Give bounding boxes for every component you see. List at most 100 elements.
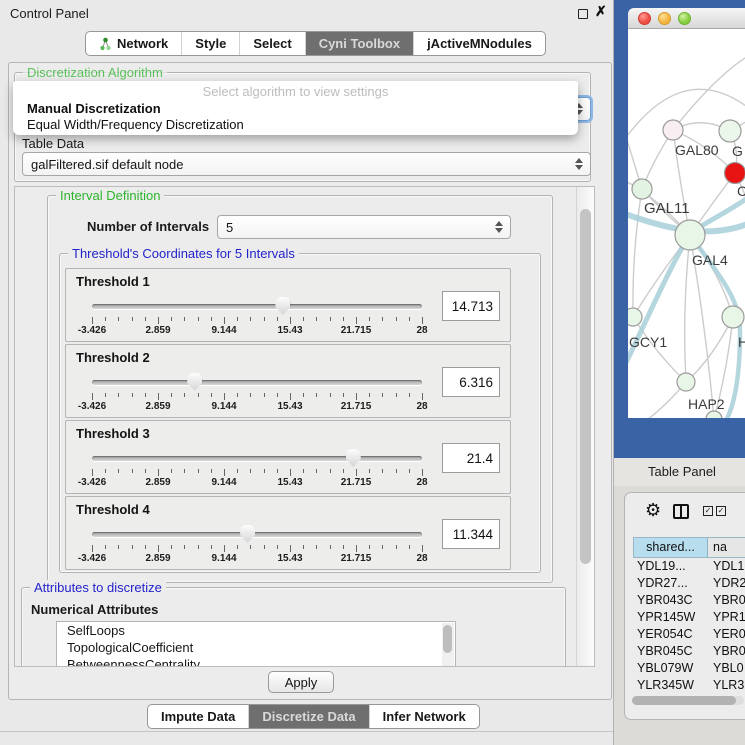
network-node-gal11[interactable]: [632, 179, 652, 199]
network-node-g[interactable]: [719, 120, 741, 142]
table-cell-shared-name[interactable]: YBR043C: [633, 592, 707, 609]
threshold-slider[interactable]: [92, 449, 422, 469]
slider-thumb[interactable]: [275, 297, 290, 315]
table-row[interactable]: YBR045CYBR0: [633, 643, 745, 660]
minimize-traffic-light[interactable]: [658, 12, 671, 25]
network-canvas[interactable]: GAL80 G C GAL11 GAL4 GCY1 H HAP2: [628, 29, 745, 418]
table-horizontal-scrollbar[interactable]: [632, 696, 744, 705]
close-traffic-light[interactable]: [638, 12, 651, 25]
table-row[interactable]: YDR27...YDR2: [633, 575, 745, 592]
attribute-item[interactable]: TopologicalCoefficient: [57, 639, 455, 656]
table-cell-name[interactable]: YPR1: [707, 609, 745, 626]
threshold-slider[interactable]: [92, 373, 422, 393]
slider-track[interactable]: [92, 380, 422, 385]
settings-scrollbar-thumb[interactable]: [580, 209, 591, 564]
slider-tick: [184, 393, 185, 397]
network-node-h[interactable]: [722, 306, 744, 328]
tab-cyni-toolbox[interactable]: Cyni Toolbox: [305, 32, 413, 55]
split-view-icon[interactable]: [673, 504, 689, 519]
table-cell-shared-name[interactable]: YER054C: [633, 626, 707, 643]
slider-tick: [382, 469, 383, 473]
table-row[interactable]: YDL19...YDL1: [633, 558, 745, 575]
network-node-gal80[interactable]: [663, 120, 683, 140]
apply-button[interactable]: Apply: [268, 671, 334, 693]
table-row[interactable]: YBL079WYBL0: [633, 660, 745, 677]
network-node-gcy1[interactable]: [628, 308, 642, 326]
network-node-gal4[interactable]: [675, 220, 705, 250]
slider-thumb[interactable]: [240, 525, 255, 543]
tab-infer-network[interactable]: Infer Network: [369, 705, 479, 728]
number-of-intervals-value: 5: [226, 220, 233, 235]
table-row[interactable]: YBR043CYBR0: [633, 592, 745, 609]
table-cell-name[interactable]: YDL1: [707, 558, 745, 575]
slider-thumb[interactable]: [346, 449, 361, 467]
threshold-value-field[interactable]: [442, 443, 500, 473]
dropdown-option-manual-discretization[interactable]: Manual Discretization: [27, 101, 161, 116]
tab-impute-data[interactable]: Impute Data: [148, 705, 248, 728]
table-header-shared-name[interactable]: shared...: [634, 538, 708, 557]
table-cell-shared-name[interactable]: YBL079W: [633, 660, 707, 677]
table-data-combobox[interactable]: galFiltered.sif default node: [22, 152, 591, 176]
table-cell-shared-name[interactable]: YBR045C: [633, 643, 707, 660]
slider-tick: [277, 393, 278, 397]
network-window-titlebar[interactable]: [628, 8, 745, 29]
table-cell-name[interactable]: YBL0: [707, 660, 745, 677]
tab-select[interactable]: Select: [239, 32, 304, 55]
attribute-item[interactable]: BetweennessCentrality: [57, 656, 455, 667]
tab-jactivemnodules[interactable]: jActiveMNodules: [413, 32, 545, 55]
table-header-name[interactable]: na: [708, 538, 745, 557]
dropdown-option-equal-width-frequency[interactable]: Equal Width/Frequency Discretization: [27, 117, 244, 132]
threshold-value-field[interactable]: [442, 367, 500, 397]
table-cell-name[interactable]: YLR3: [707, 677, 745, 694]
table-cell-name[interactable]: YDR2: [707, 575, 745, 592]
node-table-body: YDL19...YDL1YDR27...YDR2YBR043CYBR0YPR14…: [633, 558, 745, 695]
threshold-slider[interactable]: [92, 525, 422, 545]
tab-style[interactable]: Style: [181, 32, 239, 55]
table-cell-shared-name[interactable]: YLR345W: [633, 677, 707, 694]
attributes-scrollbar-thumb[interactable]: [443, 625, 452, 653]
table-cell-name[interactable]: YIL0: [707, 694, 745, 695]
table-row[interactable]: YER054CYER0: [633, 626, 745, 643]
table-cell-name[interactable]: YER0: [707, 626, 745, 643]
slider-tick: [396, 317, 397, 321]
threshold-slider[interactable]: [92, 297, 422, 317]
number-of-intervals-combobox[interactable]: 5: [217, 215, 511, 239]
close-icon[interactable]: ✗: [595, 3, 607, 20]
control-panel-titlebar: Control Panel ✗: [0, 0, 613, 26]
settings-scrollbar[interactable]: [576, 187, 594, 666]
slider-thumb[interactable]: [187, 373, 202, 391]
tab-network[interactable]: Network: [86, 32, 181, 55]
table-cell-name[interactable]: YBR0: [707, 643, 745, 660]
node-table[interactable]: shared... na YDL19...YDL1YDR27...YDR2YBR…: [633, 537, 745, 695]
float-window-icon[interactable]: [578, 9, 588, 19]
network-node-hap2[interactable]: [677, 373, 695, 391]
threshold-value-field[interactable]: [442, 291, 500, 321]
table-row[interactable]: YPR145WYPR1: [633, 609, 745, 626]
table-row[interactable]: YIL052CYIL0: [633, 694, 745, 695]
gear-icon[interactable]: ⚙: [645, 501, 661, 519]
checkbox-icon[interactable]: ✓: [703, 506, 713, 516]
attributes-scrollbar[interactable]: [442, 623, 454, 667]
tab-discretize-data[interactable]: Discretize Data: [248, 705, 368, 728]
table-cell-shared-name[interactable]: YDR27...: [633, 575, 707, 592]
numerical-attributes-list[interactable]: SelfLoopsTopologicalCoefficientBetweenne…: [56, 621, 456, 667]
table-cell-shared-name[interactable]: YIL052C: [633, 694, 707, 695]
zoom-traffic-light[interactable]: [678, 12, 691, 25]
table-cell-shared-name[interactable]: YPR145W: [633, 609, 707, 626]
slider-track[interactable]: [92, 532, 422, 537]
network-node-red-selected[interactable]: [725, 163, 745, 184]
table-cell-shared-name[interactable]: YDL19...: [633, 558, 707, 575]
table-horizontal-scrollbar-thumb[interactable]: [632, 696, 736, 705]
network-node-partial[interactable]: [706, 411, 722, 418]
checkbox-icon[interactable]: ✓: [716, 506, 726, 516]
slider-track[interactable]: [92, 304, 422, 309]
threshold-value-field[interactable]: [442, 519, 500, 549]
slider-tick: [211, 317, 212, 321]
table-cell-name[interactable]: YBR0: [707, 592, 745, 609]
attribute-item[interactable]: SelfLoops: [57, 622, 455, 639]
table-row[interactable]: YLR345WYLR3: [633, 677, 745, 694]
slider-tick-label: 15.43: [277, 553, 302, 564]
slider-tick: [118, 393, 119, 397]
slider-track[interactable]: [92, 456, 422, 461]
slider-tick: [145, 393, 146, 397]
